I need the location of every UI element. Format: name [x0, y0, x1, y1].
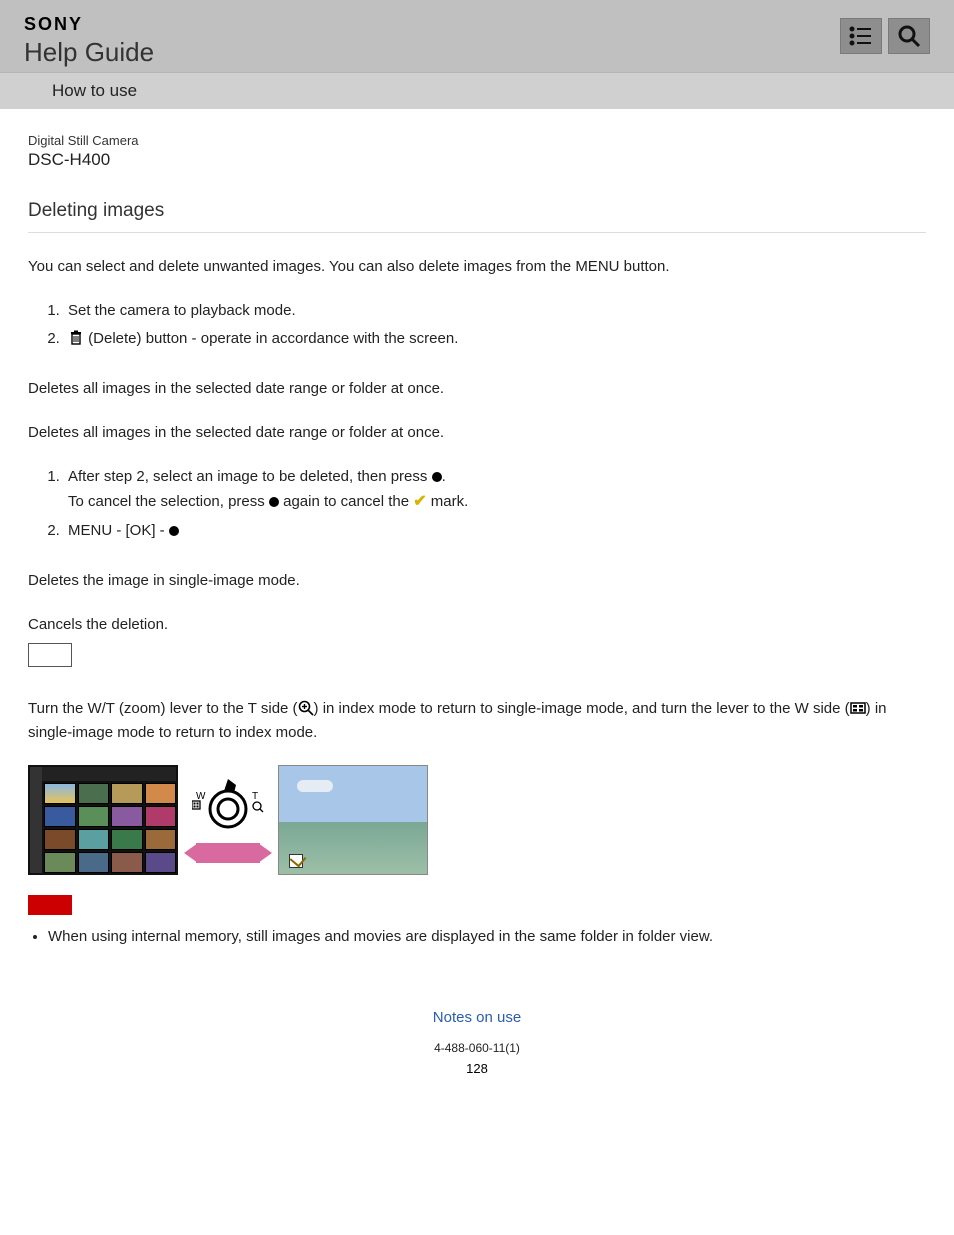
svg-text:T: T [252, 791, 258, 802]
manual-code: 4-488-060-11(1) [28, 1041, 926, 1055]
magnify-plus-icon [298, 700, 314, 716]
step-2: (Delete) button - operate in accordance … [64, 327, 926, 351]
step2-2: MENU - [OK] - [64, 519, 926, 543]
step-1: Set the camera to playback mode. [64, 299, 926, 323]
search-icon [897, 24, 921, 48]
product-category: Digital Still Camera [28, 133, 926, 148]
svg-text:W: W [196, 791, 206, 802]
paragraph-delete-all-2: Deletes all images in the selected date … [28, 421, 926, 445]
check-icon: ✔ [413, 493, 426, 510]
brand-logo: SONY [24, 14, 154, 35]
zoom-paragraph: Turn the W/T (zoom) lever to the T side … [28, 697, 926, 745]
empty-box [28, 643, 72, 667]
subnav-how-to-use[interactable]: How to use [36, 81, 918, 101]
title-rule [28, 232, 926, 233]
header-bar: SONY Help Guide [0, 0, 954, 72]
notes-list: When using internal memory, still images… [28, 925, 926, 949]
help-guide-title: Help Guide [24, 37, 154, 68]
steps-list-1: Set the camera to playback mode. (Delete… [28, 299, 926, 351]
list-icon [849, 26, 873, 46]
note-flag [28, 895, 72, 915]
page-number: 128 [28, 1061, 926, 1076]
step2-1: After step 2, select an image to be dele… [64, 465, 926, 515]
index-thumbnails [28, 765, 178, 875]
check-overlay-icon [289, 854, 303, 868]
note-item-1: When using internal memory, still images… [48, 925, 926, 949]
single-image-preview [278, 765, 428, 875]
index-grid-icon [850, 700, 866, 716]
page-content: Digital Still Camera DSC-H400 Deleting i… [0, 109, 954, 1116]
toc-button[interactable] [840, 18, 882, 54]
search-button[interactable] [888, 18, 930, 54]
paragraph-single-image: Deletes the image in single-image mode. [28, 569, 926, 593]
paragraph-delete-all-1: Deletes all images in the selected date … [28, 377, 926, 401]
paragraph-cancel: Cancels the deletion. [28, 613, 926, 637]
double-arrow-icon [188, 843, 268, 863]
center-dot-icon [269, 497, 279, 507]
step-2-text: (Delete) button - operate in accordance … [88, 330, 458, 347]
article-title: Deleting images [28, 200, 926, 222]
center-dot-icon [432, 472, 442, 482]
zoom-illustration: W T [28, 765, 926, 875]
subnav-bar: How to use [0, 72, 954, 109]
intro-paragraph: You can select and delete unwanted image… [28, 255, 926, 279]
notes-on-use-link[interactable]: Notes on use [433, 1009, 521, 1026]
trash-icon [68, 330, 84, 346]
zoom-lever-icon: W T [192, 777, 264, 837]
product-model: DSC-H400 [28, 150, 926, 170]
steps-list-2: After step 2, select an image to be dele… [28, 465, 926, 543]
center-dot-icon [169, 526, 179, 536]
